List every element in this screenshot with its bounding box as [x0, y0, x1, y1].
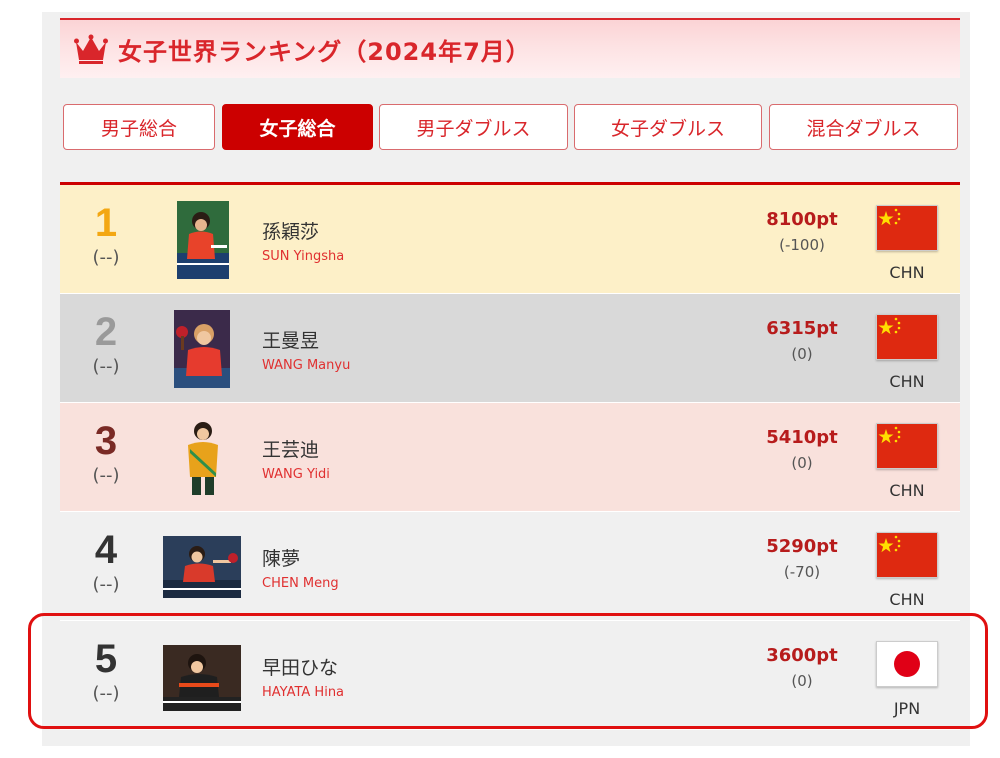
- ranking-points: 6315pt: [766, 318, 838, 339]
- crown-icon: [74, 34, 108, 64]
- rank-number: 1: [94, 201, 118, 245]
- ranking-points: 8100pt: [766, 209, 838, 230]
- ranking-header: 女子世界ランキング（2024年7月）: [60, 18, 960, 78]
- rank-number: 3: [94, 419, 118, 463]
- china-flag-icon: [876, 205, 938, 251]
- player-photo[interactable]: [178, 419, 228, 497]
- points-diff: (0): [791, 345, 813, 363]
- tab-womens-singles[interactable]: 女子総合: [222, 104, 373, 150]
- tab-womens-doubles[interactable]: 女子ダブルス: [574, 104, 762, 150]
- player-name-jp[interactable]: 陳夢: [262, 544, 300, 571]
- tab-mens-doubles[interactable]: 男子ダブルス: [379, 104, 568, 150]
- ranking-row[interactable]: 2 (--) 王曼昱 WANG Manyu 6315pt (0) CHN: [60, 294, 960, 403]
- ranking-row[interactable]: 5 (--) 早田ひな HAYATA Hina 3600pt (0) JPN: [60, 621, 960, 730]
- china-flag-icon: [876, 314, 938, 360]
- rank-change: (--): [92, 247, 120, 268]
- player-name-en: WANG Manyu: [262, 358, 351, 373]
- points-diff: (0): [791, 454, 813, 472]
- rank-change: (--): [92, 574, 120, 595]
- country-code: JPN: [893, 699, 921, 718]
- rank-number: 2: [94, 310, 118, 354]
- player-name-en: WANG Yidi: [262, 467, 330, 482]
- rank-change: (--): [92, 465, 120, 486]
- rank-change: (--): [92, 356, 120, 377]
- player-photo[interactable]: [163, 645, 241, 711]
- country-code: CHN: [889, 263, 925, 282]
- player-photo[interactable]: [174, 310, 230, 388]
- rank-change: (--): [92, 683, 120, 704]
- tab-mens-singles[interactable]: 男子総合: [63, 104, 215, 150]
- player-photo[interactable]: [177, 201, 229, 279]
- points-diff: (-100): [779, 236, 825, 254]
- ranking-row[interactable]: 4 (--) 陳夢 CHEN Meng 5290pt (-70) CHN: [60, 512, 960, 621]
- player-name-jp[interactable]: 早田ひな: [262, 653, 338, 680]
- rank-number: 4: [94, 528, 118, 572]
- points-diff: (-70): [783, 563, 821, 581]
- player-name-en: CHEN Meng: [262, 576, 339, 591]
- country-code: CHN: [889, 372, 925, 391]
- player-photo[interactable]: [163, 536, 241, 598]
- points-diff: (0): [791, 672, 813, 690]
- country-code: CHN: [889, 590, 925, 609]
- china-flag-icon: [876, 532, 938, 578]
- ranking-points: 5290pt: [766, 536, 838, 557]
- ranking-row[interactable]: 3 (--) 王芸迪 WANG Yidi 5410pt (0) CHN: [60, 403, 960, 512]
- ranking-points: 3600pt: [766, 645, 838, 666]
- page-title: 女子世界ランキング（2024年7月）: [118, 37, 531, 66]
- country-code: CHN: [889, 481, 925, 500]
- player-name-en: SUN Yingsha: [262, 249, 345, 264]
- tab-mixed-doubles[interactable]: 混合ダブルス: [769, 104, 958, 150]
- player-name-en: HAYATA Hina: [262, 685, 345, 700]
- china-flag-icon: [876, 423, 938, 469]
- player-name-jp[interactable]: 王芸迪: [262, 435, 319, 462]
- player-name-jp[interactable]: 孫穎莎: [262, 217, 319, 244]
- category-tabs: 男子総合 女子総合 男子ダブルス 女子ダブルス 混合ダブルス: [63, 104, 958, 150]
- player-name-jp[interactable]: 王曼昱: [262, 326, 319, 353]
- ranking-list: 1 (--) 孫穎莎 SUN Yingsha 8100pt (-100) CHN…: [60, 182, 960, 730]
- rank-number: 5: [94, 637, 118, 681]
- ranking-row[interactable]: 1 (--) 孫穎莎 SUN Yingsha 8100pt (-100) CHN: [60, 185, 960, 294]
- japan-flag-icon: [876, 641, 938, 687]
- ranking-points: 5410pt: [766, 427, 838, 448]
